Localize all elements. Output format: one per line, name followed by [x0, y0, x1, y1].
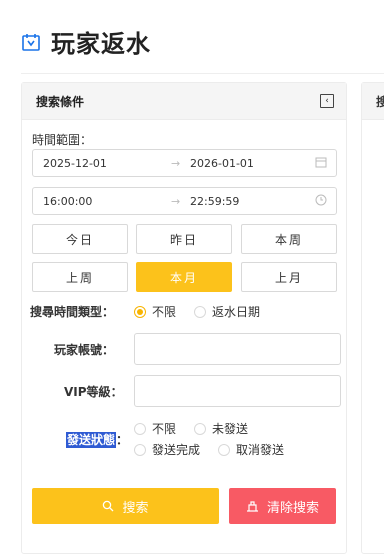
search-time-type-label: 搜尋時間類型： [30, 305, 115, 319]
title-divider [21, 73, 384, 74]
search-button[interactable]: 搜索 [32, 488, 219, 524]
send-status-label-text: 發送狀態 [66, 432, 117, 448]
range-arrow-icon: → [171, 156, 181, 170]
results-panel-title: 搜 [362, 83, 384, 120]
search-icon [102, 500, 114, 512]
calendar-small-icon [315, 156, 327, 171]
radio-status-unlimited[interactable]: 不限 [134, 420, 176, 437]
date-range-picker[interactable]: 2025-12-01 → 2026-01-01 [32, 149, 337, 177]
range-arrow-icon: → [171, 194, 181, 208]
radio-rebate-date[interactable]: 返水日期 [194, 303, 260, 320]
search-button-label: 搜索 [122, 500, 149, 516]
search-panel: 搜索條件 ‹ 時間範圍： 2025-12-01 → 2026-01-01 16:… [21, 82, 347, 554]
clock-icon [315, 194, 327, 209]
quick-yesterday-button[interactable]: 昨日 [136, 224, 232, 254]
date-start[interactable]: 2025-12-01 [43, 157, 107, 170]
quick-today-button[interactable]: 今日 [32, 224, 128, 254]
radio-checked-icon[interactable] [134, 306, 146, 318]
eraser-icon [246, 500, 259, 512]
results-panel: 搜 [361, 82, 384, 554]
clear-search-button-label: 清除搜索 [266, 500, 319, 516]
quick-last-month-button[interactable]: 上月 [241, 262, 337, 292]
radio-icon[interactable] [218, 444, 230, 456]
radio-icon[interactable] [134, 444, 146, 456]
date-end[interactable]: 2026-01-01 [190, 157, 254, 170]
radio-status-not-sent[interactable]: 未發送 [194, 420, 248, 437]
time-range-label: 時間範圍： [32, 133, 93, 147]
time-start[interactable]: 16:00:00 [43, 195, 92, 208]
radio-icon[interactable] [134, 423, 146, 435]
send-status-label: 發送狀態： [66, 432, 129, 448]
radio-status-cancelled[interactable]: 取消發送 [218, 441, 284, 458]
radio-icon[interactable] [194, 306, 206, 318]
quick-this-month-button[interactable]: 本月 [136, 262, 232, 292]
clear-search-button[interactable]: 清除搜索 [229, 488, 336, 524]
radio-icon[interactable] [194, 423, 206, 435]
quick-last-week-button[interactable]: 上周 [32, 262, 128, 292]
calendar-icon [22, 33, 40, 51]
time-end[interactable]: 22:59:59 [190, 195, 239, 208]
quick-this-week-button[interactable]: 本周 [241, 224, 337, 254]
collapse-icon[interactable]: ‹ [320, 94, 334, 108]
player-account-label: 玩家帳號： [54, 343, 115, 357]
time-range-picker[interactable]: 16:00:00 → 22:59:59 [32, 187, 337, 215]
radio-unlimited-time[interactable]: 不限 [134, 303, 176, 320]
radio-status-sent[interactable]: 發送完成 [134, 441, 200, 458]
vip-level-label: VIP等級： [64, 385, 123, 399]
search-panel-title: 搜索條件 [36, 94, 85, 109]
player-account-input[interactable] [134, 333, 341, 365]
page-title-wrap: 玩家返水 [21, 24, 151, 59]
page-title: 玩家返水 [51, 30, 151, 58]
search-panel-header: 搜索條件 ‹ [22, 83, 346, 120]
vip-level-input[interactable] [134, 375, 341, 407]
